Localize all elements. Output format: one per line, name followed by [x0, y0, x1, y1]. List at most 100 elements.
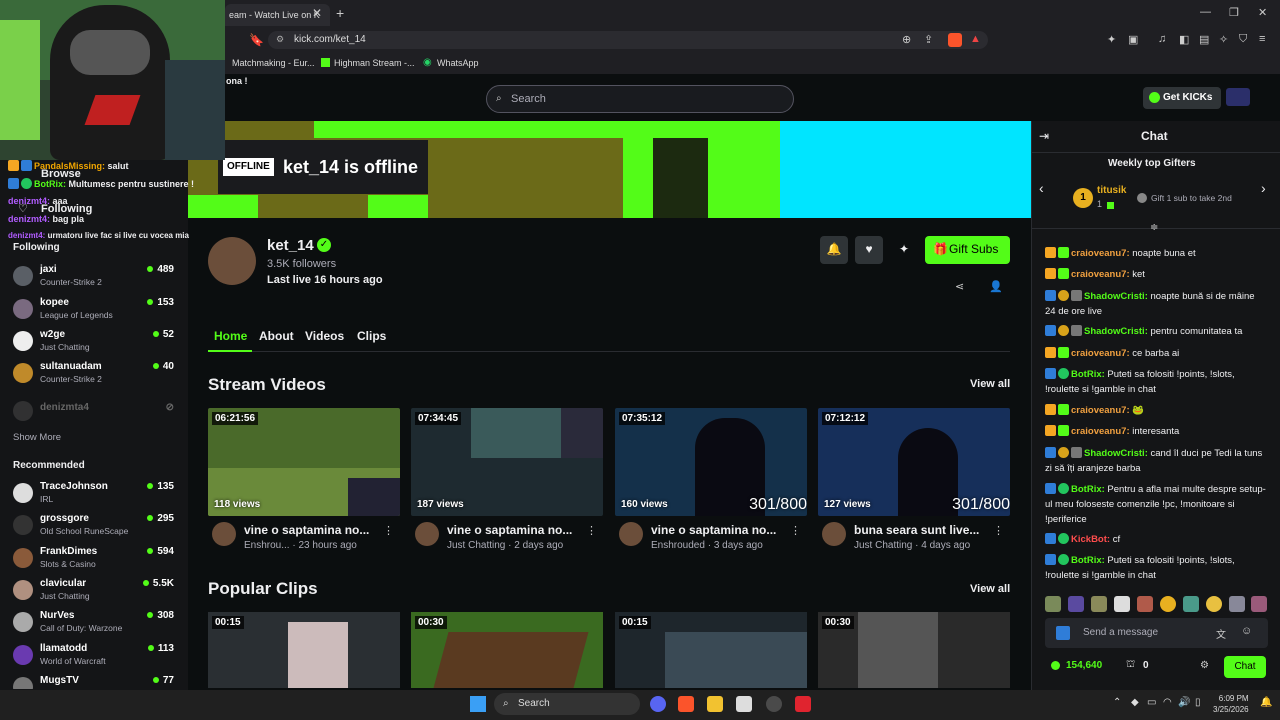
emote-icon[interactable]	[1229, 596, 1245, 612]
zoom-icon[interactable]: ⊕	[902, 33, 911, 46]
taskbar-clock[interactable]: 6:09 PM 3/25/2026	[1213, 693, 1249, 715]
tray-overflow-icon[interactable]: ⌃	[1113, 697, 1121, 708]
video-title[interactable]: vine o saptamina no...	[447, 523, 572, 537]
file-explorer-icon[interactable]	[707, 696, 723, 712]
view-all-videos-link[interactable]: View all	[970, 378, 1010, 390]
sidebar-item-nurves[interactable]: NurVes Call of Duty: Warzone 308	[13, 610, 181, 640]
close-window-icon[interactable]: ✕	[1258, 6, 1267, 19]
bookmark-highman[interactable]: Highman Stream -...	[334, 58, 415, 68]
sidebar-item-tracejohnson[interactable]: TraceJohnson IRL 135	[13, 481, 181, 511]
emote-icon[interactable]	[1137, 596, 1153, 612]
sidebar-item-jaxi[interactable]: jaxi Counter-Strike 2 489	[13, 264, 181, 294]
chat-message-input[interactable]: Send a message	[1045, 618, 1268, 648]
sidebar-item-frankdimes[interactable]: FrankDimes Slots & Casino 594	[13, 546, 181, 576]
user-avatar[interactable]	[1226, 88, 1250, 106]
site-settings-icon[interactable]: ⚙	[276, 34, 284, 45]
menu-icon[interactable]: ≡	[1259, 33, 1265, 45]
video-title[interactable]: vine o saptamina no...	[651, 523, 776, 537]
video-thumbnail[interactable]: 07:35:12 160 views 301/800	[615, 408, 807, 516]
sidebar-item-kopee[interactable]: kopee League of Legends 153	[13, 297, 181, 327]
battery-icon[interactable]: ▯	[1195, 697, 1201, 708]
url-field[interactable]: kick.com/ket_14	[268, 31, 988, 49]
emote-icon[interactable]	[1206, 596, 1222, 612]
sidebar-item-clavicular[interactable]: clavicular Just Chatting 5.5K	[13, 578, 181, 608]
next-arrow-icon[interactable]: ›	[1261, 180, 1266, 196]
tab-about[interactable]: About	[259, 329, 294, 343]
app-icon[interactable]	[736, 696, 752, 712]
video-title[interactable]: buna seara sunt live...	[854, 523, 979, 537]
taskbar-search[interactable]: Search	[494, 693, 640, 715]
tab-clips[interactable]: Clips	[357, 329, 386, 343]
chat-send-button[interactable]: Chat	[1224, 656, 1266, 678]
top-gifter-name[interactable]: titusik	[1097, 185, 1126, 196]
clip-card[interactable]: 00:30	[411, 612, 603, 688]
video-thumbnail[interactable]: 07:12:12 127 views 301/800	[818, 408, 1010, 516]
emote-icon[interactable]	[1068, 596, 1084, 612]
brave-rewards-icon[interactable]: ▲	[970, 33, 981, 45]
emote-icon[interactable]	[1183, 596, 1199, 612]
windows-start-icon[interactable]	[470, 696, 486, 712]
sidebar-item-denizmta4[interactable]: denizmta4 ⊘	[13, 399, 181, 429]
sidebar-item-w2ge[interactable]: w2ge Just Chatting 52	[13, 329, 181, 359]
sidebar-item-llamatodd[interactable]: llamatodd World of Warcraft 113	[13, 643, 181, 673]
sidebar-item-sultanuadam[interactable]: sultanuadam Counter-Strike 2 40	[13, 361, 181, 391]
chat-settings-icon[interactable]: ⚙	[1200, 660, 1209, 671]
video-title[interactable]: vine o saptamina no...	[244, 523, 369, 537]
view-all-clips-link[interactable]: View all	[970, 583, 1010, 595]
prev-arrow-icon[interactable]: ‹	[1039, 180, 1044, 196]
vpn-icon[interactable]: ⛉	[1239, 33, 1247, 46]
notification-bell-button[interactable]: 🔔	[820, 236, 848, 264]
clip-card[interactable]: 00:15	[615, 612, 807, 688]
app-icon[interactable]	[795, 696, 811, 712]
more-options-icon[interactable]: ⋮	[993, 524, 1004, 537]
wallet-icon[interactable]: ▤	[1199, 33, 1209, 46]
tray-app-icon[interactable]: ▭	[1147, 697, 1156, 708]
more-options-icon[interactable]: ⋮	[383, 524, 394, 537]
music-icon[interactable]: ♫	[1158, 33, 1166, 45]
channel-avatar[interactable]	[208, 237, 256, 285]
collapse-chat-icon[interactable]: ⇥	[1039, 129, 1049, 143]
share-icon[interactable]: ⇪	[924, 33, 933, 46]
pinned-toggle-icon[interactable]: ≑	[1150, 222, 1158, 233]
maximize-icon[interactable]: ❐	[1229, 6, 1239, 19]
channel-points[interactable]: 154,640	[1066, 660, 1102, 671]
tab-close-icon[interactable]: ✕	[312, 6, 322, 20]
emote-icon[interactable]	[1251, 596, 1267, 612]
emote-icon[interactable]	[1045, 596, 1061, 612]
more-options-icon[interactable]: ⋮	[790, 524, 801, 537]
video-thumbnail[interactable]: 06:21:56 118 views	[208, 408, 400, 516]
brave-icon[interactable]	[678, 696, 694, 712]
sidebar-toggle-icon[interactable]: ◧	[1179, 33, 1189, 46]
translate-icon[interactable]: 文	[1216, 626, 1226, 641]
bookmark-icon[interactable]: 🔖	[249, 33, 264, 47]
emote-icon[interactable]	[1114, 596, 1130, 612]
video-thumbnail[interactable]: 07:34:45 187 views	[411, 408, 603, 516]
bookmark-whatsapp[interactable]: WhatsApp	[437, 58, 479, 68]
discord-icon[interactable]	[650, 696, 666, 712]
wifi-icon[interactable]: ◠	[1163, 697, 1172, 708]
search-input[interactable]: Search	[486, 85, 794, 113]
emote-icon[interactable]	[1091, 596, 1107, 612]
more-options-icon[interactable]: ⋮	[586, 524, 597, 537]
follow-heart-button[interactable]: ♥	[855, 236, 883, 264]
tab-videos[interactable]: Videos	[305, 329, 344, 343]
extensions-icon[interactable]: ✦	[1107, 33, 1116, 46]
drops-icon[interactable]: ⛫	[1126, 659, 1135, 672]
minimize-icon[interactable]: —	[1200, 6, 1211, 18]
ai-icon[interactable]: ✧	[1219, 33, 1228, 46]
clip-card[interactable]: 00:15	[208, 612, 400, 688]
emoji-icon[interactable]: ☺	[1241, 625, 1252, 637]
new-tab-button[interactable]: +	[336, 5, 344, 21]
screenshot-icon[interactable]: ▣	[1128, 33, 1138, 46]
report-user-icon[interactable]: 👤	[989, 280, 1003, 293]
show-more-link[interactable]: Show More	[13, 432, 61, 443]
sidebar-item-mugstv[interactable]: MugsTV 77	[13, 675, 181, 689]
bookmark-matchmaking[interactable]: Matchmaking - Eur...	[232, 58, 315, 68]
chat-identity-icon[interactable]	[1056, 626, 1070, 640]
clip-card[interactable]: 00:30	[818, 612, 1010, 688]
sidebar-item-grossgore[interactable]: grossgore Old School RuneScape 295	[13, 513, 181, 543]
sparkle-button[interactable]: ✦	[890, 236, 918, 264]
brave-shield-icon[interactable]	[948, 33, 962, 47]
steam-icon[interactable]	[766, 696, 782, 712]
volume-icon[interactable]: 🔊	[1178, 697, 1190, 708]
